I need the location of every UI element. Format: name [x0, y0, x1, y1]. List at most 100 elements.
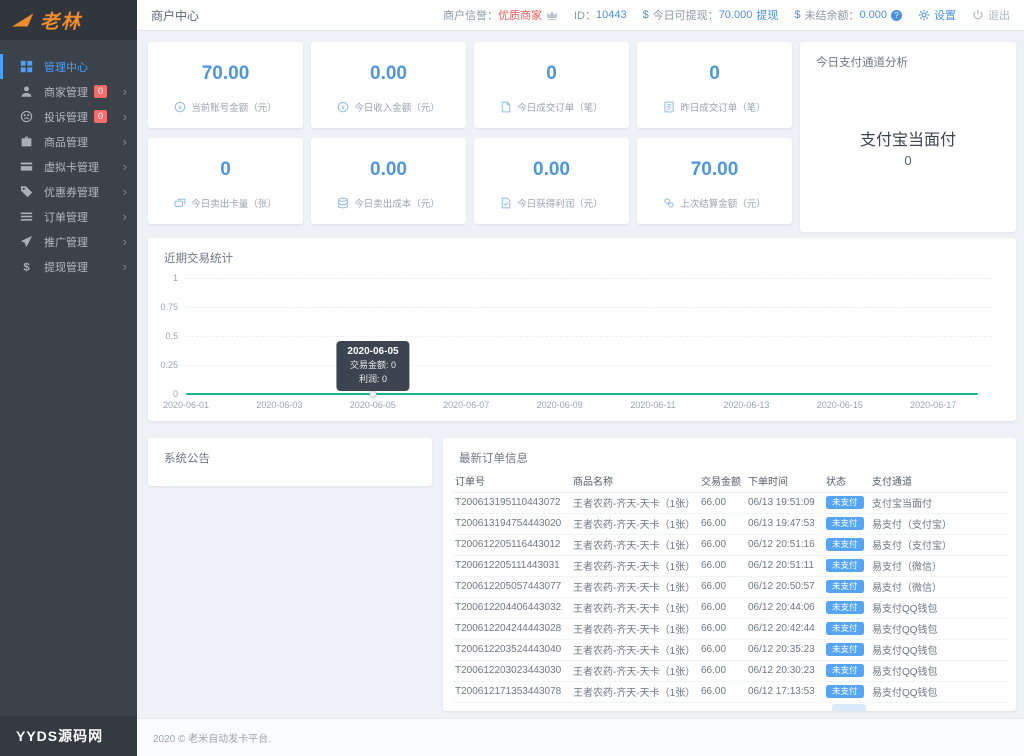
channel-cell: 支付宝当面付 — [870, 492, 1008, 514]
stat-label: 今日收入金额（元） — [354, 103, 440, 114]
copyright-text: 2020 © 老米自动发卡平台. — [153, 734, 271, 745]
order-row: T200612203524443040 王者农药-齐天-天卡（1张） 66.00 06… — [453, 639, 1008, 661]
sidebar-item-merchants[interactable]: 商家管理 0 › — [0, 79, 137, 104]
column-header: 下单时间 — [746, 470, 824, 493]
sidebar-item-label: 投诉管理 — [44, 111, 88, 124]
unsettled-label: 未结余额： — [804, 10, 860, 22]
status-cell: 未支付 — [824, 660, 870, 682]
channel-cell: 易支付（微信） — [870, 576, 1008, 598]
currency-icon: $ — [794, 9, 801, 21]
stat-label-row: 今日获得利润（元） — [474, 196, 629, 210]
stat-label-row: ¥ 当前账号金额（元） — [148, 100, 303, 114]
sidebar-item-label: 管理中心 — [44, 61, 88, 74]
time-cell: 06/12 20:51:16 — [746, 534, 824, 556]
amount-cell: 66.00 — [699, 576, 746, 598]
info-icon[interactable]: ? — [891, 9, 902, 21]
sidebar-item-promotion[interactable]: 推广管理 › — [0, 229, 137, 254]
panel-title: 系统公告 — [164, 453, 210, 465]
coin-icon: ¥ — [337, 101, 349, 113]
order-no-cell: T200613195110443072 — [453, 492, 571, 514]
sidebar-item-withdrawals[interactable]: $ 提现管理 › — [0, 254, 137, 279]
status-cell: 未支付 — [824, 618, 870, 640]
topbar-right: 商户信誉： 优质商家 ID： 10443 $ 今日可提现： 70.000 提现 … — [443, 7, 1010, 23]
sidebar-item-virtual-cards[interactable]: 虚拟卡管理 › — [0, 154, 137, 179]
panel-title: 近期交易统计 — [164, 253, 233, 265]
stat-label: 昨日成交订单（笔） — [680, 103, 766, 114]
sidebar-item-dashboard[interactable]: 管理中心 — [0, 54, 137, 79]
order-row: T200612204244443028 王者农药-齐天-天卡（1张） 66.00 06… — [453, 618, 1008, 640]
withdraw-link[interactable]: 提现 — [756, 7, 778, 23]
sidebar-item-label: 推广管理 — [44, 236, 88, 249]
status-cell: 未支付 — [824, 534, 870, 556]
brand-logo-text: 老林 — [40, 11, 83, 33]
product-cell: 王者农药-齐天-天卡（1张） — [571, 492, 699, 514]
product-cell: 王者农药-齐天-天卡（1张） — [571, 618, 699, 640]
sidebar-item-complaints[interactable]: 投诉管理 0 › — [0, 104, 137, 129]
notification-badge: 0 — [94, 110, 108, 123]
stat-card: 0 今日成交订单（笔） — [474, 42, 629, 128]
channel-cell: 易支付（支付宝） — [870, 534, 1008, 556]
status-badge: 未支付 — [826, 537, 864, 552]
file-icon — [500, 101, 512, 113]
order-row: T200613194754443020 王者农药-齐天-天卡（1张） 66.00 06… — [453, 513, 1008, 535]
brand-logo[interactable]: 老林 — [0, 0, 137, 40]
channel-name: 支付宝当面付 — [859, 132, 956, 149]
y-tick-label: 0.75 — [160, 302, 178, 312]
order-row: T200612171353443078 王者农药-齐天-天卡（1张） 66.00 06… — [453, 681, 1008, 703]
amount-cell: 66.00 — [699, 513, 746, 535]
order-no-cell: T200612203524443040 — [453, 639, 571, 661]
x-tick-label: 2020-06-11 — [630, 400, 676, 410]
product-cell: 王者农药-齐天-天卡（1张） — [571, 555, 699, 577]
x-tick-label: 2020-06-13 — [723, 400, 770, 410]
footer: 2020 © 老米自动发卡平台. — [137, 718, 1024, 756]
chart-plot-area[interactable] — [186, 270, 978, 396]
partial-row-badge — [832, 704, 866, 711]
stat-label: 上次结算金额（元） — [680, 199, 766, 210]
chart-marker-dot — [369, 390, 377, 398]
order-no-cell: T200612204406443032 — [453, 597, 571, 619]
status-badge: 未支付 — [826, 558, 864, 573]
panel-title: 今日支付通道分析 — [816, 57, 908, 69]
chevron-right-icon: › — [122, 109, 127, 124]
user-icon — [20, 85, 33, 98]
topbar: 商户中心 商户信誉： 优质商家 ID： 10443 $ 今日可提现： 70.00… — [137, 0, 1024, 31]
channel-cell: 易支付QQ钱包 — [870, 681, 1008, 703]
sidebar-item-orders[interactable]: 订单管理 › — [0, 204, 137, 229]
x-tick-label: 2020-06-05 — [349, 400, 396, 410]
logout-button[interactable]: 退出 — [988, 7, 1010, 23]
status-badge: 未支付 — [826, 516, 864, 531]
order-no-cell: T200612171353443078 — [453, 681, 571, 703]
brand-swoosh-icon — [12, 13, 34, 27]
stat-label-row: 今日卖出卡量（张） — [148, 196, 303, 210]
sidebar-item-products[interactable]: 商品管理 › — [0, 129, 137, 154]
order-row: T200613195110443072 王者农药-齐天-天卡（1张） 66.00 06… — [453, 492, 1008, 514]
tag-icon — [20, 185, 33, 198]
chevron-right-icon: › — [122, 234, 127, 249]
channel-cell: 易支付QQ钱包 — [870, 618, 1008, 640]
withdrawable-label: 今日可提现： — [652, 10, 719, 22]
sidebar: 老林 管理中心商家管理 0 › 投诉管理 0 › 商品管理 › 虚拟卡管理 › 优惠券管理 › 订单管理… — [0, 0, 137, 756]
status-badge: 未支付 — [826, 495, 864, 510]
main-area: 商户中心 商户信誉： 优质商家 ID： 10443 $ 今日可提现： 70.00… — [137, 0, 1024, 756]
reputation-value: 优质商家 — [497, 10, 542, 22]
currency-icon: $ — [642, 9, 649, 21]
amount-cell: 66.00 — [699, 555, 746, 577]
paper-plane-icon — [20, 235, 33, 248]
y-tick-label: 1 — [172, 273, 178, 283]
stat-card: 70.00 ¥ 当前账号金额（元） — [148, 42, 303, 128]
stat-value: 0.00 — [533, 159, 570, 180]
sidebar-item-coupons[interactable]: 优惠券管理 › — [0, 179, 137, 204]
withdrawable-value: 70.000 — [718, 9, 753, 21]
channel-cell: 易支付QQ钱包 — [870, 639, 1008, 661]
stat-label-row: 上次结算金额（元） — [637, 196, 792, 210]
credit-card-icon — [20, 160, 33, 173]
time-cell: 06/13 19:51:09 — [746, 492, 824, 514]
cards-icon — [174, 197, 186, 209]
product-cell: 王者农药-齐天-天卡（1张） — [571, 534, 699, 556]
settings-button[interactable]: 设置 — [934, 7, 956, 23]
tooltip-date: 2020-06-05 — [347, 346, 399, 357]
dashboard-icon — [20, 60, 33, 73]
order-no-cell: T200612203023443030 — [453, 660, 571, 682]
chart-series-line — [186, 393, 978, 395]
sidebar-item-label: 提现管理 — [44, 261, 88, 274]
